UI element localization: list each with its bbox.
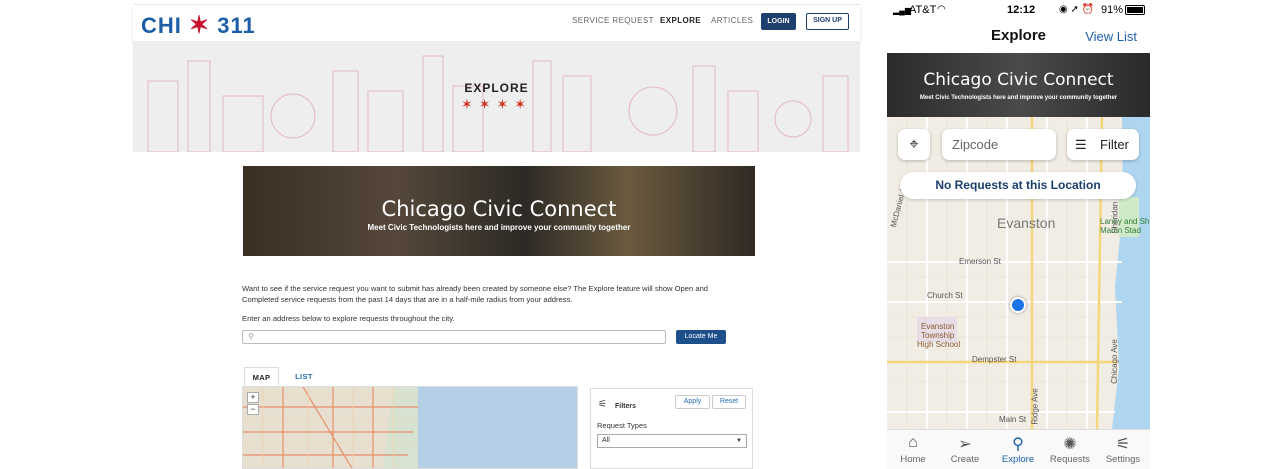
status-bar: ▂▄▆ AT&T ◠ 12:12 ◉ ➚ ⏰ 91% [887,0,1150,20]
filter-label: Filter [1100,137,1129,152]
map-label-chicago-ave: Chicago Ave [1109,339,1119,384]
status-time: 12:12 [1007,4,1036,16]
map-label-emerson: Emerson St [959,257,1001,266]
tab-home[interactable]: ⌂ Home [887,430,939,469]
explore-hero: EXPLORE ✶✶✶✶ [133,41,860,152]
map-label-dempster: Dempster St [972,355,1017,364]
filter-icon: ☰ [1075,137,1087,152]
zoom-out-button[interactable]: − [247,404,259,415]
nav-service-request[interactable]: SERVICE REQUEST [572,16,654,25]
locate-button[interactable]: ⌖ [898,129,930,160]
chicago-flag-stars-icon: ✶✶✶✶ [461,96,532,112]
current-location-dot [1010,297,1026,313]
logo-text-right: 311 [217,13,256,38]
sliders-settings-icon: ⚟ [1115,436,1131,453]
tab-explore[interactable]: ⚲ Explore [992,430,1044,469]
tab-home-label: Home [900,454,926,465]
map-label-school-3: High School [917,340,961,349]
civic-connect-banner[interactable]: Chicago Civic Connect Meet Civic Technol… [243,166,755,256]
mobile-app: ▂▄▆ AT&T ◠ 12:12 ◉ ➚ ⏰ 91% Explore View … [887,0,1150,469]
tab-settings-label: Settings [1105,454,1141,465]
bottom-tab-bar: ⌂ Home ➢ Create ⚲ Explore ✺ Requests ⚟ S… [887,429,1150,469]
tab-list[interactable]: LIST [289,367,319,386]
hero-title: EXPLORE [464,81,529,95]
battery-percent: 91% [1101,4,1124,16]
request-types-value: All [602,437,610,444]
filter-button[interactable]: ☰ Filter [1067,129,1139,160]
chevron-down-icon: ▼ [736,438,742,444]
chi311-logo[interactable]: CHI ✶ 311 [141,11,256,40]
zipcode-input[interactable]: Zipcode [942,129,1056,160]
map-tiles [243,387,577,468]
map-label-school-2: Township [921,331,955,340]
banner-subtitle: Meet Civic Technologists here and improv… [367,223,631,232]
paper-plane-icon: ➢ [958,436,972,453]
banner-subtitle-mobile: Meet Civic Technologists here and improv… [919,95,1118,101]
tab-explore-label: Explore [1001,454,1035,465]
battery-icon [1125,5,1145,15]
nav-explore[interactable]: EXPLORE [660,16,701,25]
nav-articles[interactable]: ARTICLES [711,16,753,25]
map-label-main: Main St [999,415,1027,424]
requests-map[interactable]: + − [242,386,578,469]
tab-create[interactable]: ➢ Create [939,430,991,469]
search-icon: ⚲ [248,332,254,341]
logo-text-left: CHI [141,13,182,38]
crosshair-icon: ⌖ [909,136,919,153]
location-services-icon: ◉ ➚ ⏰ [1059,4,1095,15]
chicago-star-icon: ✶ [189,12,211,39]
banner-title-mobile: Chicago Civic Connect [923,70,1114,90]
address-search-input[interactable]: ⚲ [242,330,666,344]
tab-create-label: Create [950,454,980,465]
banner-title: Chicago Civic Connect [381,197,617,221]
intro-text-2: Completed service requests from the past… [242,295,573,304]
civic-connect-banner-mobile[interactable]: Chicago Civic Connect Meet Civic Technol… [887,53,1150,117]
view-list-button[interactable]: View List [1085,29,1137,44]
intro-text-3: Enter an address below to explore reques… [242,314,455,323]
locate-me-button[interactable]: Locate Me [676,330,726,344]
zoom-in-button[interactable]: + [247,392,259,403]
requests-icon: ✺ [1063,436,1077,453]
tab-settings[interactable]: ⚟ Settings [1097,430,1149,469]
sliders-icon: ⚟ [598,399,607,410]
map-label-ridge: Ridge Ave [1030,388,1040,425]
request-types-select[interactable]: All ▼ [597,434,747,448]
map-label-lanny-1: Lanny and Sh [1100,217,1150,226]
map-label-lanny-2: Martin Stad [1100,226,1141,235]
map-label-church: Church St [927,291,963,300]
home-icon: ⌂ [908,434,918,451]
login-button[interactable]: LOGIN [761,13,796,30]
tab-requests[interactable]: ✺ Requests [1044,430,1096,469]
no-requests-banner: No Requests at this Location [900,172,1136,199]
apply-button[interactable]: Apply [675,395,710,409]
map-label-evanston: Evanston [997,215,1056,231]
tab-map[interactable]: MAP [244,367,279,386]
carrier-name: AT&T [909,4,937,16]
tab-requests-label: Requests [1049,454,1091,465]
reset-button[interactable]: Reset [712,395,746,409]
map-pin-icon: ⚲ [1012,436,1024,453]
request-types-label: Request Types [597,421,647,430]
mobile-map[interactable]: Evanston Emerson St Church St Evanston T… [887,117,1150,429]
signup-button[interactable]: SIGN UP [806,13,849,30]
intro-text-1: Want to see if the service request you w… [242,284,709,293]
filters-panel: ⚟ Filters Apply Reset Request Types All … [590,388,753,469]
site-header: CHI ✶ 311 SERVICE REQUEST EXPLORE ARTICL… [133,4,860,41]
filters-label: Filters [615,403,637,410]
map-label-school-1: Evanston [921,322,955,331]
desktop-site: CHI ✶ 311 SERVICE REQUEST EXPLORE ARTICL… [133,0,860,469]
wifi-icon: ◠ [937,4,946,15]
